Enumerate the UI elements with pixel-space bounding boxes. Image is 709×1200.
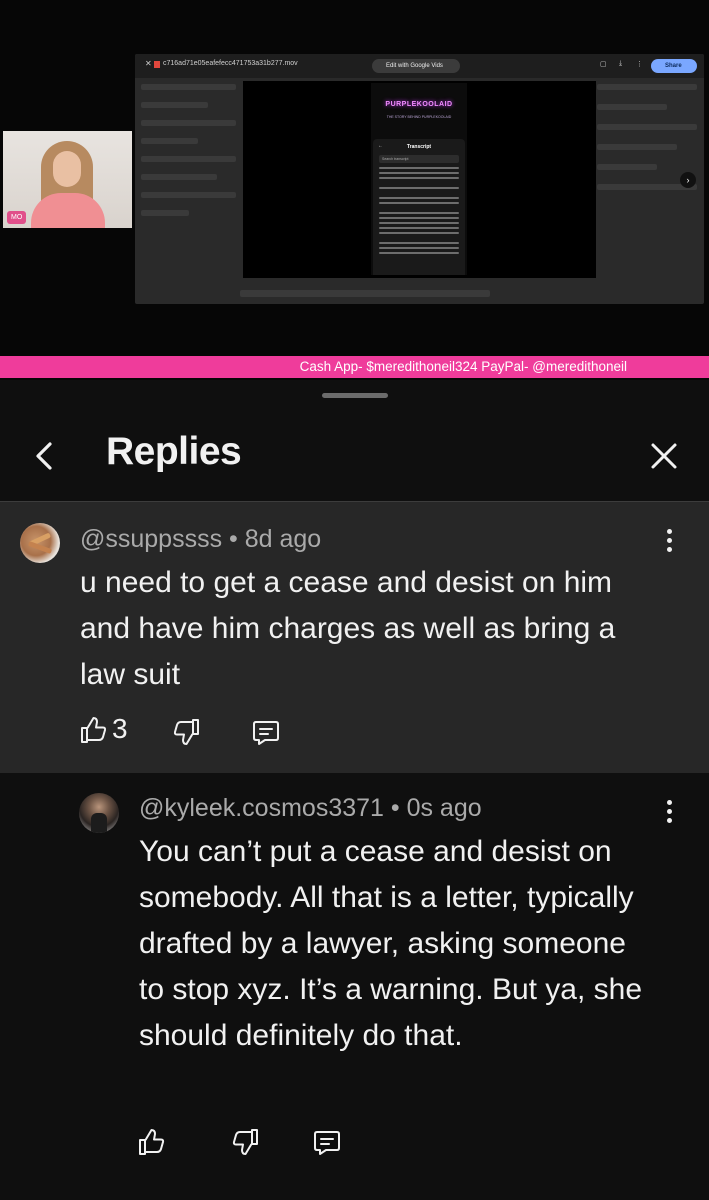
comment-text: You can’t put a cease and desist on some… xyxy=(139,835,643,1052)
back-button[interactable] xyxy=(28,434,64,478)
reply-button[interactable] xyxy=(251,717,281,752)
comment-meta: @kyleek.cosmos3371 • 0s ago xyxy=(139,794,482,822)
webcam-overlay: MO xyxy=(3,131,132,228)
like-button[interactable] xyxy=(136,1127,166,1162)
close-button[interactable] xyxy=(645,437,683,475)
file-icon xyxy=(154,61,160,68)
dislike-button[interactable] xyxy=(231,1127,261,1162)
avatar[interactable] xyxy=(20,523,60,563)
comment-text: u need to get a cease and desist on him … xyxy=(80,566,616,691)
more-icon: ⋮ xyxy=(636,61,643,68)
donation-banner-text: Cash App- $meredithoneil324 PayPal- @mer… xyxy=(299,359,627,374)
thumbs-down-icon xyxy=(232,1129,258,1155)
phone-brand-logo: PURPLEKOOLAID xyxy=(385,101,453,108)
chevron-left-icon xyxy=(36,442,52,470)
transcript-panel: ← Transcript Search transcript xyxy=(373,139,465,275)
webcam-name-tag: MO xyxy=(7,211,27,224)
comment-icon xyxy=(314,1131,340,1155)
more-options-button[interactable] xyxy=(662,800,676,828)
blurred-file-list xyxy=(141,84,236,228)
like-count: 3 xyxy=(112,713,128,744)
more-options-button[interactable] xyxy=(662,529,676,557)
thumbs-up-icon xyxy=(81,717,107,743)
close-icon xyxy=(651,443,677,469)
comment-icon xyxy=(253,721,279,745)
parent-comment: @ssuppssss • 8d ago u need to get a ceas… xyxy=(0,501,709,773)
drag-handle[interactable] xyxy=(322,393,388,398)
phone-recording: PURPLEKOOLAID THE STORY BEHIND PURPLEKOO… xyxy=(243,81,596,278)
thumbs-up-icon xyxy=(139,1129,165,1155)
like-button[interactable] xyxy=(78,715,108,750)
reply-comment: @kyleek.cosmos3371 • 0s ago You can’t pu… xyxy=(0,773,709,1200)
transcript-lines xyxy=(379,167,459,257)
close-icon: ✕ xyxy=(145,59,152,68)
reply-button[interactable] xyxy=(312,1127,342,1162)
page-title: Replies xyxy=(106,430,242,473)
shared-screen: ✕ c716ad71e05eafefecc471753a31b277.mov E… xyxy=(135,54,704,304)
donation-banner: Cash App- $meredithoneil324 PayPal- @mer… xyxy=(0,356,709,378)
comment-icon: ▢ xyxy=(600,61,607,68)
download-icon: ⤓ xyxy=(619,60,623,67)
phone-subtitle: THE STORY BEHIND PURPLEKOOLAID xyxy=(386,115,452,119)
transcript-search: Search transcript xyxy=(379,155,459,163)
video-player[interactable]: MO ✕ c716ad71e05eafefecc471753a31b277.mo… xyxy=(0,0,709,380)
file-name: c716ad71e05eafefecc471753a31b277.mov xyxy=(163,60,298,67)
chevron-right-icon: › xyxy=(680,172,696,188)
dislike-button[interactable] xyxy=(172,717,202,752)
thumbs-down-icon xyxy=(173,719,199,745)
share-button: Share xyxy=(651,59,697,73)
replies-sheet: Replies @ssuppssss • 8d ago u need to ge… xyxy=(0,380,709,1200)
transcript-title: Transcript xyxy=(406,144,432,150)
edit-with-vids-button: Edit with Google Vids xyxy=(372,59,460,73)
blurred-bottom-bar xyxy=(240,290,490,297)
avatar[interactable] xyxy=(79,793,119,833)
comment-meta: @ssuppssss • 8d ago xyxy=(80,525,322,553)
